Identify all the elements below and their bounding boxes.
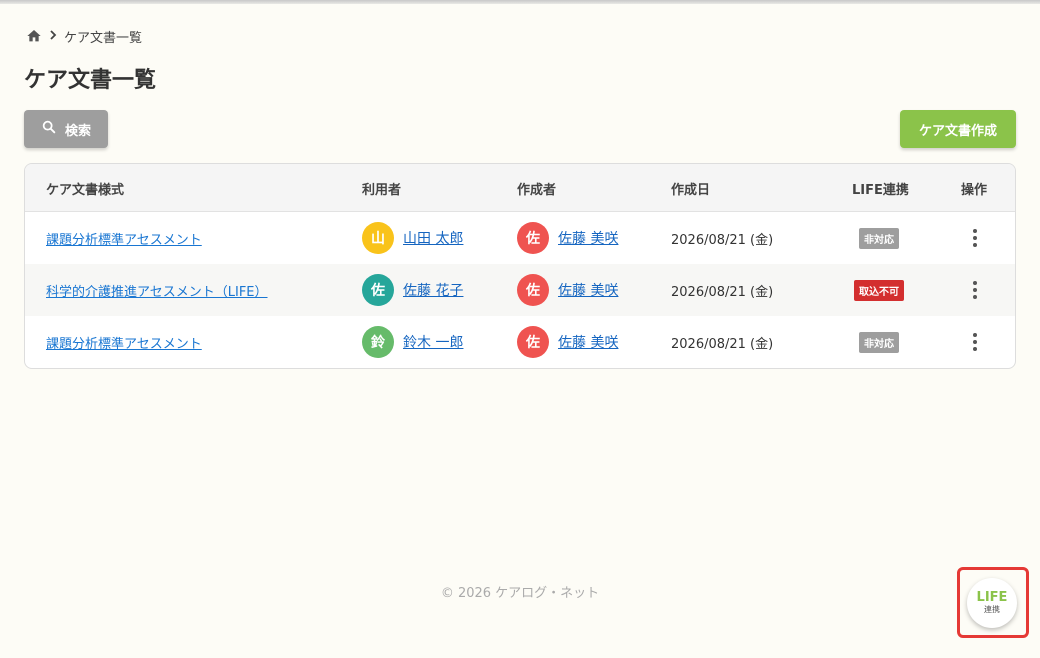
- document-link[interactable]: 科学的介護推進アセスメント（LIFE）: [46, 281, 268, 300]
- header-actions: 操作: [961, 182, 988, 198]
- header-user: 利用者: [362, 182, 402, 198]
- life-button-sublabel: 連携: [984, 605, 1000, 614]
- document-link[interactable]: 課題分析標準アセスメント: [46, 333, 202, 352]
- avatar: 佐: [362, 274, 394, 306]
- user-link[interactable]: 鈴木 一郎: [403, 332, 463, 352]
- table-header: ケア文書様式 利用者 作成者 作成日 LIFE連携 操作: [25, 164, 1015, 212]
- author-link[interactable]: 佐藤 美咲: [558, 332, 618, 352]
- status-badge: 非対応: [859, 331, 899, 353]
- page-title: ケア文書一覧: [24, 68, 157, 93]
- more-vert-icon[interactable]: [965, 228, 985, 248]
- footer-copyright: © 2026 ケアログ・ネット: [440, 586, 600, 601]
- created-date: 2026/08/21 (金): [671, 336, 774, 352]
- avatar: 鈴: [362, 326, 394, 358]
- life-button-label: LIFE: [976, 590, 1008, 605]
- more-vert-icon[interactable]: [965, 280, 985, 300]
- home-icon[interactable]: [26, 28, 42, 44]
- table-row: 課題分析標準アセスメント 鈴 鈴木 一郎 佐 佐藤 美咲 2026/08/21 …: [25, 316, 1015, 368]
- status-badge: 取込不可: [854, 279, 904, 301]
- header-life: LIFE連携: [852, 182, 909, 198]
- avatar: 佐: [517, 274, 549, 306]
- author-link[interactable]: 佐藤 美咲: [558, 280, 618, 300]
- status-badge: 非対応: [859, 227, 899, 249]
- table-row: 科学的介護推進アセスメント（LIFE） 佐 佐藤 花子 佐 佐藤 美咲 2026…: [25, 264, 1015, 316]
- created-date: 2026/08/21 (金): [671, 284, 774, 300]
- header-shadow: [0, 0, 1040, 4]
- header-date: 作成日: [671, 182, 711, 198]
- more-vert-icon[interactable]: [965, 332, 985, 352]
- search-button-label: 検索: [64, 123, 91, 139]
- document-link[interactable]: 課題分析標準アセスメント: [46, 229, 202, 248]
- avatar: 佐: [517, 326, 549, 358]
- user-link[interactable]: 山田 太郎: [403, 228, 463, 248]
- header-author: 作成者: [517, 182, 557, 198]
- breadcrumb: ケア文書一覧: [26, 27, 143, 46]
- avatar: 山: [362, 222, 394, 254]
- breadcrumb-current: ケア文書一覧: [64, 30, 143, 46]
- chevron-right-icon: [48, 29, 58, 43]
- search-icon: [41, 119, 57, 139]
- author-link[interactable]: 佐藤 美咲: [558, 228, 618, 248]
- table-row: 課題分析標準アセスメント 山 山田 太郎 佐 佐藤 美咲 2026/08/21 …: [25, 212, 1015, 264]
- create-care-document-button[interactable]: ケア文書作成: [900, 110, 1016, 148]
- header-template: ケア文書様式: [46, 182, 125, 198]
- care-document-table: ケア文書様式 利用者 作成者 作成日 LIFE連携 操作 課題分析標準アセスメン…: [24, 163, 1016, 369]
- avatar: 佐: [517, 222, 549, 254]
- search-button[interactable]: 検索: [24, 110, 108, 148]
- life-integration-button[interactable]: LIFE 連携: [967, 578, 1017, 628]
- created-date: 2026/08/21 (金): [671, 232, 774, 248]
- user-link[interactable]: 佐藤 花子: [403, 280, 463, 300]
